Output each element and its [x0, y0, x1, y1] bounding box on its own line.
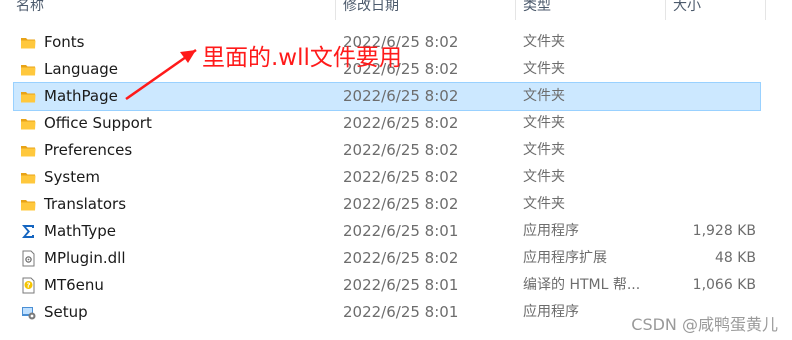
watermark: CSDN @咸鸭蛋黄儿 — [631, 315, 778, 334]
annotation-text: 里面的.wll文件要用 — [202, 45, 402, 71]
